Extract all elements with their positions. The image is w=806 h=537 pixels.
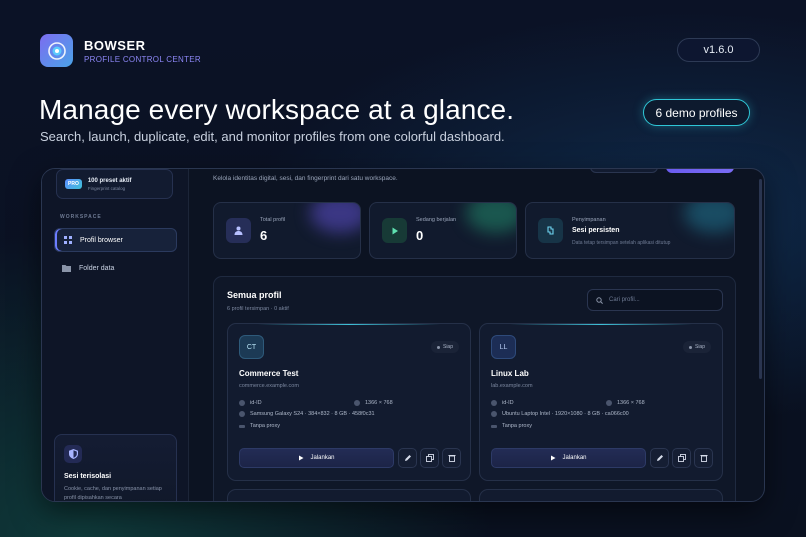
stat-sub: Data tetap tersimpan setelah aplikasi di… <box>572 240 671 246</box>
folder-icon <box>62 264 71 273</box>
profile-name: Linux Lab <box>491 369 529 378</box>
resolution-row: 1366 × 768 <box>606 400 645 406</box>
preset-card[interactable]: PRO 100 preset aktif Fingerprint catalog <box>56 169 173 199</box>
stat-value: 6 <box>260 228 268 243</box>
sidebar-item-folder-data[interactable]: Folder data <box>54 256 177 280</box>
profile-name: Commerce Test <box>239 369 299 378</box>
play-icon <box>551 455 556 461</box>
panel-subtitle: 6 profil tersimpan · 0 aktif <box>227 306 289 312</box>
resolution-row: 1366 × 768 <box>354 400 393 406</box>
stat-value: 0 <box>416 228 424 243</box>
sidebar: PRO 100 preset aktif Fingerprint catalog… <box>42 169 189 501</box>
monitor-icon <box>606 400 612 406</box>
stat-label: Total profil <box>260 217 286 223</box>
version-badge: v1.6.0 <box>677 38 760 62</box>
status-badge: Siap <box>682 341 711 353</box>
proxy-row: Tanpa proxy <box>239 423 280 429</box>
hero-subline: Search, launch, duplicate, edit, and mon… <box>40 129 505 144</box>
device-row: Ubuntu Laptop Intel · 1920×1080 · 8 GB ·… <box>491 411 629 417</box>
stat-card-total: Total profil 6 <box>213 202 361 259</box>
app-logo <box>40 34 73 67</box>
user-icon <box>226 218 251 243</box>
trash-icon <box>448 455 455 462</box>
scrollbar[interactable] <box>759 179 762 379</box>
run-button[interactable]: Jalankan <box>239 448 394 468</box>
sidebar-item-profil-browser[interactable]: Profil browser <box>54 228 177 252</box>
profile-card[interactable]: LL Siap Linux Lab lab.example.com id-ID … <box>479 323 723 481</box>
play-icon <box>299 455 304 461</box>
shield-icon <box>64 445 82 463</box>
avatar: CT <box>239 335 264 359</box>
status-badge: Siap <box>430 341 459 353</box>
stat-label: Penyimpanan <box>572 217 606 223</box>
header-secondary-button[interactable] <box>590 169 658 173</box>
header-primary-button[interactable] <box>666 169 734 173</box>
proxy-icon <box>491 424 497 428</box>
storage-icon <box>538 218 563 243</box>
device-icon <box>491 411 497 417</box>
duplicate-button[interactable] <box>420 448 439 468</box>
locale-row: id-ID <box>491 400 514 406</box>
search-icon <box>596 296 603 304</box>
search-input[interactable]: Cari profil... <box>587 289 723 311</box>
monitor-icon <box>354 400 360 406</box>
profile-card[interactable] <box>227 489 471 501</box>
hero-headline: Manage every workspace at a glance. <box>39 94 515 125</box>
locale-row: id-ID <box>239 400 262 406</box>
play-icon <box>382 218 407 243</box>
demo-profiles-badge: 6 demo profiles <box>643 99 750 126</box>
edit-button[interactable] <box>398 448 417 468</box>
preset-title: 100 preset aktif <box>87 177 132 184</box>
proxy-icon <box>239 424 245 428</box>
copy-icon <box>425 454 434 462</box>
profile-card[interactable]: CT Siap Commerce Test commerce.example.c… <box>227 323 471 481</box>
stat-card-running: Sedang berjalan 0 <box>369 202 517 259</box>
isolated-description: Cookie, cache, dan penyimpanan setiap pr… <box>64 486 162 501</box>
grid-icon <box>63 236 72 245</box>
logo-icon <box>47 41 66 60</box>
delete-button[interactable] <box>442 448 461 468</box>
trash-icon <box>700 455 707 462</box>
device-icon <box>239 411 245 417</box>
edit-button[interactable] <box>650 448 669 468</box>
globe-icon <box>239 400 245 406</box>
isolated-session-card: Sesi terisolasi Cookie, cache, dan penyi… <box>54 434 177 501</box>
preset-subtitle: Fingerprint catalog <box>87 185 126 191</box>
stat-label: Sedang berjalan <box>416 217 457 223</box>
avatar: LL <box>491 335 516 359</box>
brand-name: BOWSER <box>84 38 146 53</box>
profile-card[interactable] <box>479 489 723 501</box>
pro-badge: PRO <box>65 179 82 189</box>
stat-value: Sesi persisten <box>572 227 620 234</box>
sidebar-item-label: Profil browser <box>80 236 123 244</box>
profile-domain: lab.example.com <box>491 383 533 389</box>
device-row: Samsung Galaxy S24 · 384×832 · 8 GB · 45… <box>239 411 375 417</box>
run-button[interactable]: Jalankan <box>491 448 646 468</box>
stat-card-storage: Penyimpanan Sesi persisten Data tetap te… <box>525 202 735 259</box>
isolated-title: Sesi terisolasi <box>64 473 112 480</box>
main-content: Kelola identitas digital, sesi, dan fing… <box>190 169 764 501</box>
pencil-icon <box>656 455 663 461</box>
profiles-panel: Semua profil 6 profil tersimpan · 0 akti… <box>213 276 736 501</box>
proxy-row: Tanpa proxy <box>491 423 532 429</box>
brand-subtitle: PROFILE CONTROL CENTER <box>84 55 201 64</box>
duplicate-button[interactable] <box>672 448 691 468</box>
page-description: Kelola identitas digital, sesi, dan fing… <box>213 175 398 182</box>
workspace-section-label: WORKSPACE <box>60 214 102 220</box>
app-window: PRO 100 preset aktif Fingerprint catalog… <box>41 168 765 502</box>
copy-icon <box>677 454 686 462</box>
globe-icon <box>491 400 497 406</box>
profile-domain: commerce.example.com <box>239 383 299 389</box>
search-placeholder: Cari profil... <box>609 297 640 303</box>
delete-button[interactable] <box>694 448 713 468</box>
pencil-icon <box>404 455 411 461</box>
panel-title: Semua profil <box>227 290 282 300</box>
sidebar-item-label: Folder data <box>79 264 115 272</box>
